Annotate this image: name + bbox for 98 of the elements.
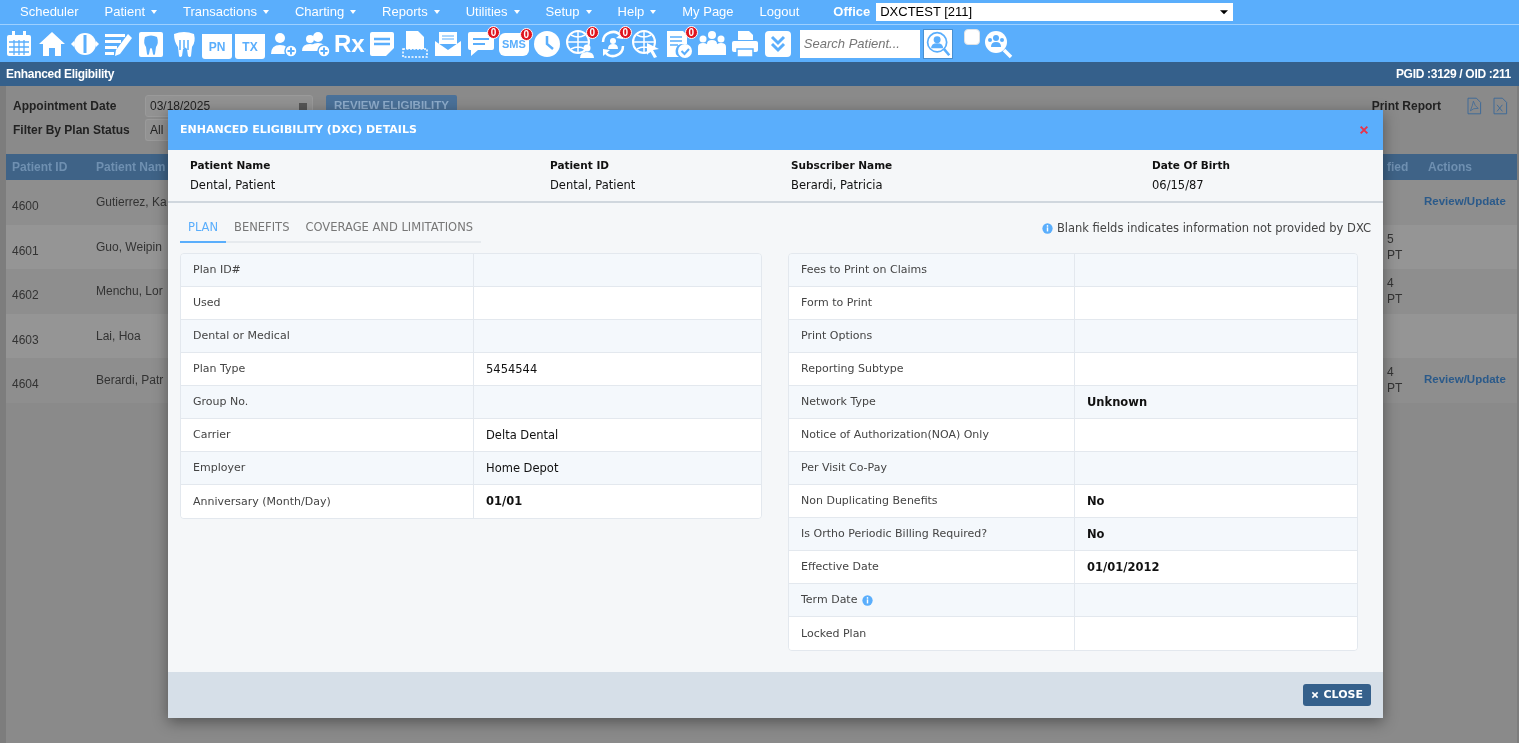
field-label: Notice of Authorization(NOA) Only <box>801 427 989 443</box>
review-update-link[interactable]: Review/Update <box>1424 194 1506 210</box>
menu-item[interactable]: Utilities <box>465 2 520 22</box>
field-value: No <box>1087 525 1105 543</box>
globe-cursor-icon[interactable] <box>630 28 661 59</box>
field-value: Berardi, Patricia <box>791 176 884 194</box>
field-label: Term Date <box>801 592 858 608</box>
field-label: Used <box>193 295 221 311</box>
field-label: Plan Type <box>193 361 246 377</box>
table-cell-text: 4600 <box>11 198 40 216</box>
table-cell-text: Berardi, Patr <box>95 372 165 390</box>
field-value: Dental, Patient <box>550 176 637 194</box>
close-button[interactable]: CLOSE <box>1302 683 1371 707</box>
dialog-title: ENHANCED ELIGIBILITY (DXC) DETAILS <box>180 121 417 138</box>
count-badge: 0 <box>618 25 632 39</box>
page-title: Enhanced Eligibility <box>6 66 115 83</box>
office-label: Office <box>833 3 871 22</box>
page-ids: PGID :3129 / OID :211 <box>1395 66 1511 83</box>
field-label: Subscriber Name <box>791 158 894 173</box>
table-cell-text: Gutierrez, Ka <box>95 194 168 212</box>
field-value: 06/15/87 <box>1152 176 1205 194</box>
menu-item[interactable]: Transactions <box>183 2 269 22</box>
table-cell-text: 4603 <box>11 331 40 349</box>
menu-item[interactable]: Help <box>617 2 657 22</box>
field-value: Home Depot <box>486 459 559 477</box>
field-label: Form to Print <box>801 295 873 311</box>
field-label: Fees to Print on Claims <box>801 262 927 278</box>
field-value: 01/01 <box>486 493 523 511</box>
table-cell-text: 4 PT <box>1386 275 1404 309</box>
field-value: Dental, Patient <box>190 176 277 194</box>
field-label: Non Duplicating Benefits <box>801 493 938 509</box>
field-value: 5454544 <box>486 360 538 378</box>
status-select[interactable]: All <box>145 119 169 141</box>
field-label: Effective Date <box>801 559 879 575</box>
menu-item[interactable]: Scheduler <box>20 2 79 22</box>
close-icon <box>1310 691 1319 699</box>
field-label: Anniversary (Month/Day) <box>193 493 331 510</box>
search-button[interactable] <box>922 28 953 59</box>
field-label: Per Visit Co-Pay <box>801 460 887 476</box>
field-label: Network Type <box>801 394 876 410</box>
field-label: Group No. <box>193 394 249 410</box>
menu-item[interactable]: Setup <box>545 2 592 22</box>
field-label: Dental or Medical <box>193 328 290 344</box>
menu-item[interactable]: Logout <box>759 2 800 22</box>
table-cell-text: Menchu, Lor <box>95 283 164 301</box>
menu-item[interactable]: Charting <box>294 2 357 22</box>
table-cell-text: 4604 <box>11 376 40 394</box>
pdf-icon[interactable] <box>1465 96 1483 116</box>
field-label: Is Ortho Periodic Billing Required? <box>801 526 988 542</box>
caret-icon <box>1219 7 1230 17</box>
status-label: Filter By Plan Status <box>13 122 131 139</box>
table-cell-text: 4602 <box>11 287 40 305</box>
menu-item[interactable]: Reports <box>382 2 440 22</box>
clock-icon[interactable] <box>531 28 562 59</box>
table-cell-text: Guo, Weipin <box>95 238 163 256</box>
tab[interactable]: BENEFITS <box>226 217 298 244</box>
search-field[interactable]: Search Patient... <box>799 29 920 58</box>
close-icon[interactable] <box>1359 125 1369 135</box>
menu-item[interactable]: My Page <box>682 2 734 22</box>
field-label: Print Options <box>801 328 873 344</box>
table-cell-text: 4 PT <box>1386 364 1404 398</box>
print-report-label: Print Report <box>1371 98 1441 115</box>
field-value: Delta Dental <box>486 426 559 444</box>
date-label: Appointment Date <box>13 98 118 115</box>
count-badge: 0 <box>684 25 698 39</box>
chevron-down-icon[interactable] <box>762 28 793 59</box>
field-value: 01/01/2012 <box>1087 558 1160 576</box>
table-cell-text: 4601 <box>11 242 40 260</box>
excel-icon[interactable] <box>1491 96 1509 116</box>
info-icon[interactable] <box>862 594 874 606</box>
field-label: Patient Name <box>190 158 272 173</box>
tab[interactable]: PLAN <box>180 217 227 244</box>
field-label: Date Of Birth <box>1152 158 1232 173</box>
table-cell-text: Lai, Hoa <box>95 327 142 345</box>
review-update-link[interactable]: Review/Update <box>1424 372 1506 388</box>
info-icon <box>1041 223 1053 235</box>
search-icon <box>924 30 951 57</box>
rx-button[interactable]: Rx <box>334 28 364 59</box>
field-label: Reporting Subtype <box>801 361 904 377</box>
printer-icon[interactable] <box>729 28 760 59</box>
count-badge: 0 <box>585 25 599 39</box>
tab[interactable]: COVERAGE AND LIMITATIONS <box>297 217 482 244</box>
info-note: Blank fields indicates information not provided by DXC <box>1056 220 1371 237</box>
group-search-icon[interactable] <box>982 28 1013 59</box>
field-label: Employer <box>193 460 246 476</box>
field-label: Carrier <box>193 427 231 443</box>
checkbox[interactable] <box>963 29 980 45</box>
field-label: Locked Plan <box>801 625 867 642</box>
document-icon[interactable] <box>400 28 430 59</box>
menu-item[interactable]: Patient <box>104 2 158 22</box>
field-label: Patient ID <box>550 158 610 173</box>
office-select[interactable]: DXCTEST [211] <box>876 3 1234 21</box>
globe-user-icon[interactable] <box>564 28 595 59</box>
field-label: Plan ID# <box>193 262 241 278</box>
table-cell-text: 5 PT <box>1386 230 1404 264</box>
field-value: No <box>1087 492 1105 510</box>
count-badge: 0 <box>487 25 500 39</box>
field-value: Unknown <box>1087 393 1148 411</box>
